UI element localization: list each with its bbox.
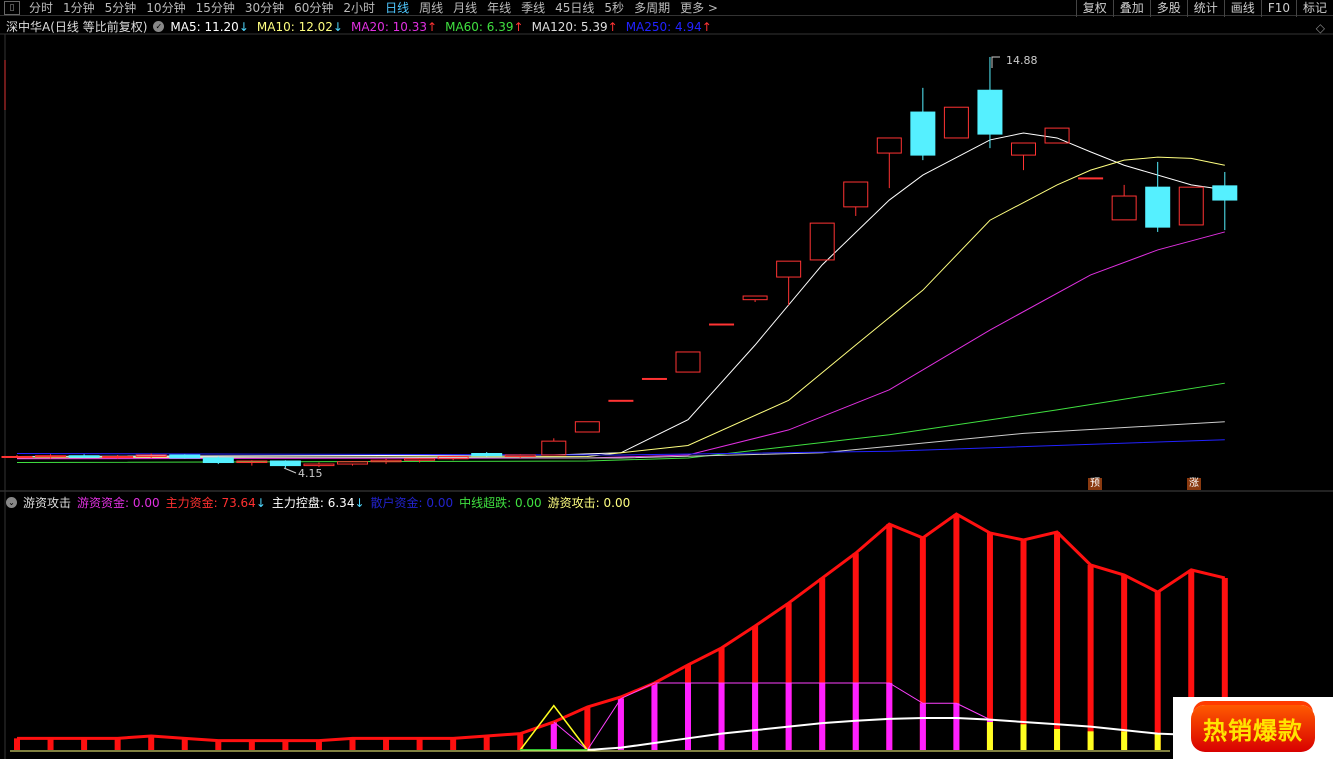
hot-money-bar (819, 682, 826, 750)
hot-money-bar (886, 682, 893, 750)
ma-line-ma5 (16, 132, 1225, 457)
candle-body (675, 351, 701, 373)
hot-money-bar (718, 682, 725, 750)
candle-body (1111, 195, 1137, 221)
main-funds-bar (148, 735, 155, 750)
main-funds-bar (584, 707, 591, 750)
attack-bar (986, 721, 993, 750)
main-funds-bar (383, 738, 390, 750)
hot-money-bar (685, 682, 691, 750)
candle-body (35, 455, 67, 458)
hot-money-bar (752, 682, 759, 750)
candle-body (471, 453, 503, 457)
candle-body (641, 377, 667, 380)
attack-bar (1020, 724, 1027, 750)
candle-body (303, 463, 335, 467)
hot-money-bar (852, 682, 859, 750)
control-line (587, 716, 1225, 751)
main-funds-bar (1020, 539, 1027, 750)
main-funds-bar (114, 738, 121, 750)
candle-body (202, 457, 234, 464)
attack-bar (1054, 728, 1061, 750)
promo-badge[interactable]: 热销爆款 (1173, 697, 1333, 759)
attack-bar (1154, 733, 1161, 750)
hot-money-bar (953, 703, 960, 750)
candle-body (910, 111, 936, 156)
main-funds-bar (81, 738, 88, 750)
main-funds-bar (483, 735, 490, 750)
low-marker (283, 467, 297, 474)
candle-body (709, 323, 735, 326)
chart-canvas[interactable]: 14.88 4.15 (0, 0, 1333, 759)
main-funds-bar (1154, 592, 1161, 750)
tag-zhang: 涨 (1187, 478, 1201, 490)
candle-body (102, 455, 134, 458)
candle-body (370, 459, 402, 463)
hot-money-bar (550, 721, 557, 750)
main-funds-bar (986, 532, 993, 750)
candle-body (1145, 186, 1171, 228)
candle-body (943, 106, 969, 139)
candle-body (1, 455, 33, 458)
main-funds-bar (14, 738, 20, 750)
main-funds-bar (181, 738, 188, 750)
main-funds-bar (47, 738, 54, 750)
candle-body (504, 454, 536, 457)
candle-body (776, 260, 802, 278)
candle-body (337, 461, 368, 465)
main-funds-bar (416, 738, 423, 750)
candle-body (169, 454, 201, 459)
main-funds-bar (1087, 564, 1094, 750)
candle-body (1011, 142, 1036, 156)
attack-bar (1087, 731, 1094, 750)
candle-body (269, 460, 301, 467)
high-price-label: 14.88 (1006, 54, 1038, 67)
candle-body (809, 222, 835, 261)
candle-body (742, 295, 768, 301)
main-funds-bar (1054, 532, 1061, 750)
hot-money-bar (785, 682, 792, 750)
candle-body (68, 455, 100, 458)
hot-money-bar (651, 682, 658, 750)
candle-body (1178, 186, 1204, 226)
candle-body (1044, 127, 1070, 144)
candle-body (608, 399, 634, 402)
promo-badge-text: 热销爆款 (1191, 704, 1315, 752)
main-funds-bar (450, 738, 457, 750)
attack-bar (1121, 731, 1128, 750)
ma-line-ma20 (16, 231, 1225, 460)
candle-body (977, 89, 1003, 135)
ma-line-ma10 (16, 156, 1225, 459)
hot-money-bar (617, 698, 624, 750)
low-price-label: 4.15 (298, 467, 323, 480)
main-funds-bar (349, 738, 356, 750)
hot-money-bar (919, 703, 926, 750)
tag-yu: 预 (1088, 478, 1102, 490)
high-marker (991, 56, 1000, 68)
candle-body (574, 421, 600, 433)
candle-body (876, 137, 902, 154)
ma-line-ma60 (16, 382, 1225, 464)
candle-body (541, 440, 567, 456)
candle-body (1078, 177, 1104, 180)
candle-body (1212, 185, 1238, 201)
candle-body (404, 458, 436, 461)
candle-body (843, 181, 869, 208)
main-funds-bar (1121, 575, 1128, 750)
